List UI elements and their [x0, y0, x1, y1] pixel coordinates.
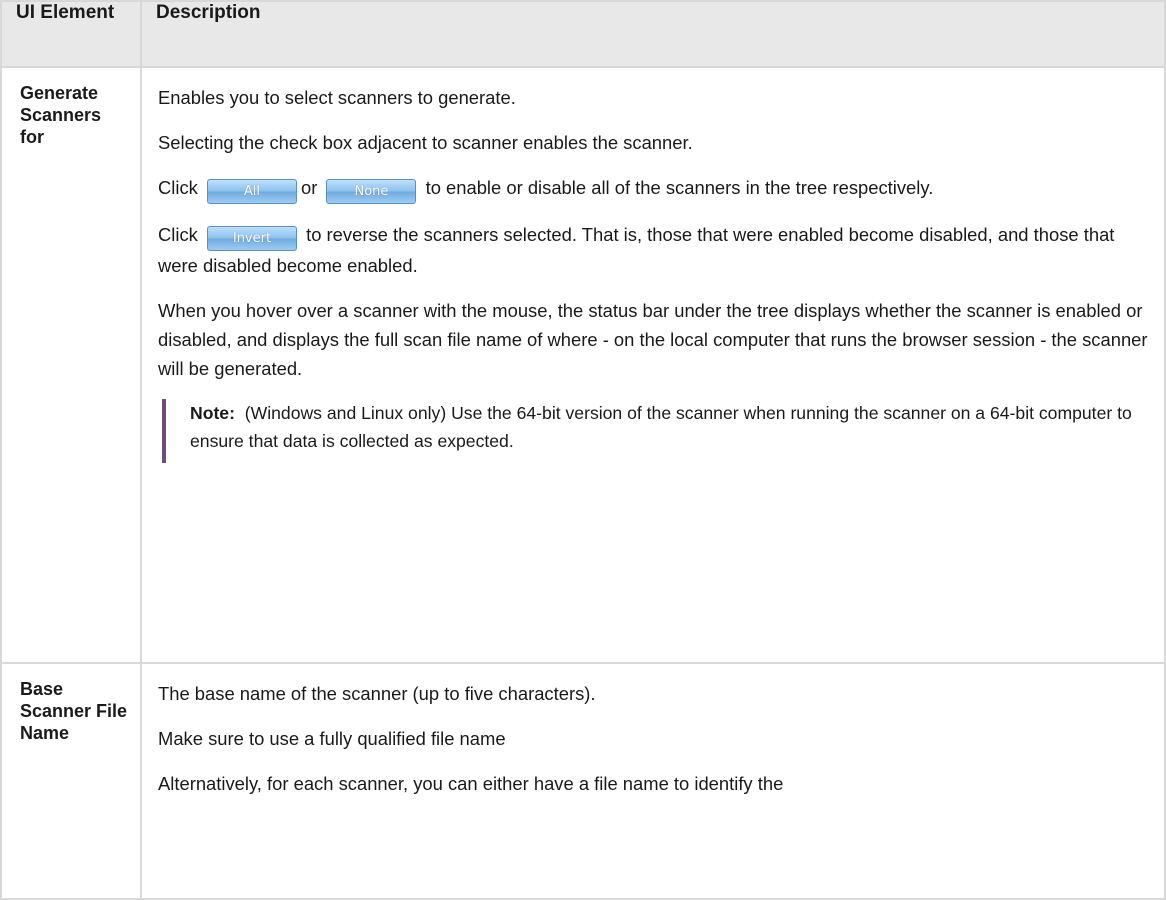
table-row: Generate Scanners for Enables you to sel…	[0, 66, 1166, 664]
description-paragraph: Click Invert to reverse the scanners sel…	[158, 220, 1148, 280]
reverse-text: to reverse the scanners selected. That i…	[158, 224, 1115, 276]
note-text: (Windows and Linux only) Use the 64-bit …	[190, 403, 1132, 451]
ui-element-table: UI Element Description Generate Scanners…	[0, 0, 1166, 900]
enable-disable-text: to enable or disable all of the scanners…	[425, 177, 934, 198]
description-paragraph: Selecting the check box adjacent to scan…	[158, 132, 693, 153]
click-text: Click	[158, 224, 198, 245]
description-paragraph: When you hover over a scanner with the m…	[158, 300, 1148, 379]
table-row: Base Scanner File Name The base name of …	[0, 662, 1166, 900]
none-button: None	[326, 179, 417, 204]
description-paragraph: Enables you to select scanners to genera…	[158, 87, 516, 108]
element-description: Enables you to select scanners to genera…	[140, 66, 1166, 664]
description-paragraph: Alternatively, for each scanner, you can…	[158, 773, 784, 794]
element-name: Base Scanner File Name	[0, 662, 142, 900]
note-label: Note:	[190, 403, 235, 423]
description-paragraph: Make sure to use a fully qualified file …	[158, 728, 506, 749]
header-description: Description	[140, 0, 1166, 68]
header-ui-element: UI Element	[0, 0, 142, 68]
description-paragraph: Click All or None to enable or disable al…	[158, 173, 1148, 204]
description-paragraph: The base name of the scanner (up to five…	[158, 683, 596, 704]
element-name: Generate Scanners for	[0, 66, 142, 664]
note-block: Note: (Windows and Linux only) Use the 6…	[162, 399, 1148, 463]
element-description: The base name of the scanner (up to five…	[140, 662, 1166, 900]
table-header-row: UI Element Description	[0, 0, 1166, 68]
click-text: Click	[158, 177, 198, 198]
all-button: All	[206, 179, 297, 204]
invert-button: Invert	[206, 226, 297, 251]
or-text: or	[300, 177, 318, 198]
